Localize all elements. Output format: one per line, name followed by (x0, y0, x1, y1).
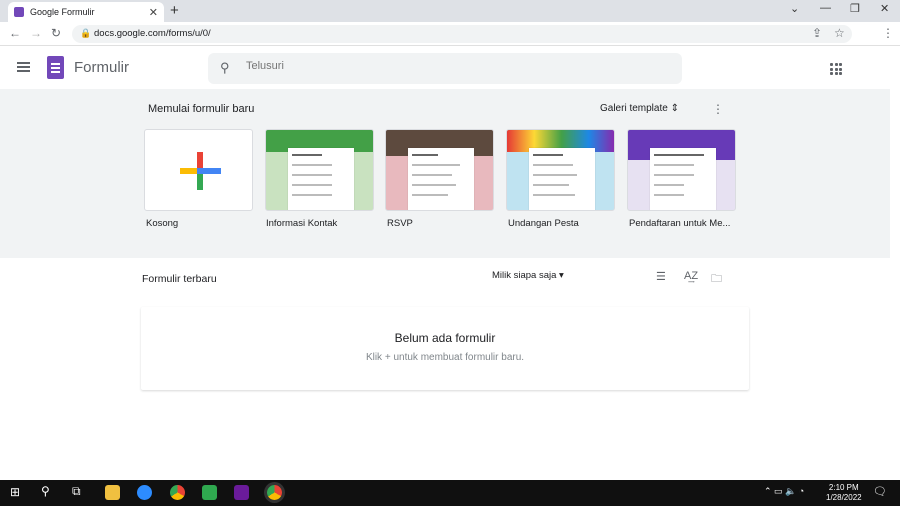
browser-tab[interactable]: Google Formulir ✕ (8, 2, 164, 22)
new-tab-icon[interactable]: + (170, 2, 179, 19)
recent-forms-title: Formulir terbaru (142, 273, 217, 285)
file-explorer-icon[interactable] (105, 485, 120, 500)
template-gallery-button[interactable]: Galeri template ⇕ (600, 103, 679, 114)
template-label-blank: Kosong (146, 218, 179, 229)
taskbar-clock[interactable]: 2:10 PM 1/28/2022 (826, 483, 862, 503)
green-app-icon[interactable] (202, 485, 217, 500)
forms-logo-icon[interactable] (47, 56, 64, 79)
app-title[interactable]: Formulir (74, 59, 129, 76)
forms-app-bar: Formulir ⚲ (0, 47, 900, 89)
chrome-active-icon[interactable] (267, 485, 282, 500)
owner-filter-dropdown[interactable]: Milik siapa saja ▾ (492, 270, 564, 281)
windows-taskbar: ⊞ ⚲ ⧉ ⌃ ▭ 🔈 ◔ 2:10 PM 1/28/2022 🗨 (0, 480, 900, 506)
plus-icon (180, 152, 221, 190)
template-label-event: Pendaftaran untuk Me... (629, 218, 731, 229)
template-label-contact: Informasi Kontak (266, 218, 338, 229)
reload-icon[interactable]: ↻ (51, 26, 61, 40)
template-gallery-label: Galeri template (600, 103, 668, 114)
zoom-icon[interactable] (137, 485, 152, 500)
minimize-icon[interactable]: — (820, 2, 831, 14)
template-card-event[interactable] (627, 129, 736, 211)
browser-menu-icon[interactable]: ⋮ (882, 26, 894, 40)
maximize-icon[interactable]: ❐ (850, 2, 860, 15)
sort-az-icon[interactable]: A͢Z (684, 270, 698, 282)
browser-tab-strip: Google Formulir ✕ + ⌄ — ❐ ✕ (0, 0, 900, 22)
forms-favicon-icon (14, 7, 24, 17)
empty-state-card: Belum ada formulir Klik + untuk membuat … (141, 307, 749, 390)
task-view-icon[interactable]: ⧉ (72, 484, 81, 499)
clock-time: 2:10 PM (828, 483, 859, 492)
search-input[interactable] (246, 60, 666, 72)
share-icon[interactable]: ⇪ (812, 26, 822, 40)
back-icon[interactable]: ← (9, 26, 21, 40)
template-card-blank[interactable] (144, 129, 253, 211)
owner-filter-label: Milik siapa saja (492, 270, 557, 281)
main-menu-icon[interactable] (17, 62, 30, 72)
search-icon[interactable]: ⚲ (220, 60, 230, 76)
empty-state-hint: Klik + untuk membuat formulir baru. (365, 352, 525, 363)
template-more-icon[interactable]: ⋮ (712, 102, 724, 116)
address-bar-row: ← → ↻ 🔒 docs.google.com/forms/u/0/ ⇪ ☆ ⋮ (0, 22, 900, 46)
clock-date: 1/28/2022 (826, 493, 862, 502)
windows-start-icon[interactable]: ⊞ (10, 485, 20, 499)
template-label-party: Undangan Pesta (508, 218, 579, 229)
template-heading: Memulai formulir baru (148, 103, 255, 115)
tab-search-icon[interactable]: ⌄ (790, 2, 799, 15)
close-tab-icon[interactable]: ✕ (149, 6, 158, 19)
template-card-party[interactable] (506, 129, 615, 211)
search-box[interactable]: ⚲ (208, 53, 682, 84)
taskbar-search-icon[interactable]: ⚲ (41, 484, 50, 498)
purple-app-icon[interactable] (234, 485, 249, 500)
empty-state-title: Belum ada formulir (394, 331, 496, 345)
template-card-contact[interactable] (265, 129, 374, 211)
list-view-icon[interactable]: ☰ (656, 270, 666, 283)
bookmark-star-icon[interactable]: ☆ (834, 26, 845, 40)
url-text: docs.google.com/forms/u/0/ (94, 28, 211, 39)
tray-icons[interactable]: ⌃ ▭ 🔈 ◔ (764, 486, 804, 497)
notification-icon[interactable]: 🗨 (873, 485, 887, 498)
close-window-icon[interactable]: ✕ (880, 2, 889, 15)
forward-icon[interactable]: → (30, 26, 42, 40)
folder-icon[interactable]: 🗀 (711, 270, 722, 289)
browser-tab-title: Google Formulir (30, 7, 95, 17)
template-section: Memulai formulir baru Galeri template ⇕ … (0, 89, 890, 258)
chrome-icon[interactable] (170, 485, 185, 500)
template-card-rsvp[interactable] (385, 129, 494, 211)
url-field[interactable]: 🔒 docs.google.com/forms/u/0/ (72, 25, 852, 43)
google-apps-icon[interactable] (830, 63, 842, 75)
lock-icon: 🔒 (80, 28, 92, 38)
template-label-rsvp: RSVP (387, 218, 413, 229)
